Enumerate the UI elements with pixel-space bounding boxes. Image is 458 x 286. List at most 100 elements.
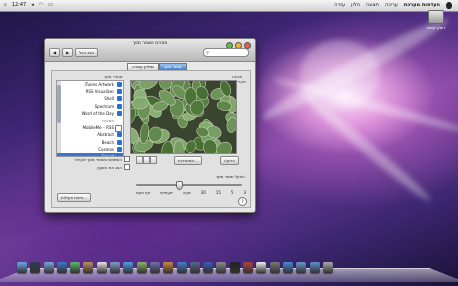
hard-disk-label: דיסק קשיח bbox=[426, 25, 446, 30]
screensaver-preview bbox=[130, 80, 237, 154]
menu-view[interactable]: תצוגה bbox=[366, 2, 379, 9]
iphoto-icon[interactable] bbox=[136, 262, 147, 273]
search-icon[interactable]: ⌕ bbox=[4, 2, 7, 8]
list-item-label: Spectrum bbox=[94, 103, 114, 109]
list-item[interactable]: Cosmos bbox=[57, 146, 123, 153]
screen-saver-pane: תצוגה מקדימה שומרי מסך iTunes Artwork RSS… bbox=[51, 70, 251, 208]
list-item-checkbox[interactable] bbox=[117, 110, 122, 116]
list-item-label: Shell bbox=[104, 96, 114, 102]
documents-folder-icon[interactable] bbox=[296, 262, 307, 273]
list-item-checkbox[interactable] bbox=[117, 96, 122, 102]
list-item-label: Beach bbox=[101, 139, 114, 145]
preview-icon[interactable] bbox=[110, 262, 121, 273]
list-item[interactable]: Abstract bbox=[57, 131, 123, 138]
time-machine-icon[interactable] bbox=[189, 262, 200, 273]
forward-button[interactable]: ▶ bbox=[62, 48, 74, 57]
list-item-label: iTunes Artwork bbox=[84, 82, 114, 87]
window-titlebar[interactable]: מסכים ושומר מסך ◀ ▶ הצג הכל ⚲ bbox=[45, 39, 255, 62]
slider-label: הפעל שומר מסך: bbox=[215, 174, 246, 179]
list-group-header: תמונות bbox=[57, 117, 123, 124]
search-input[interactable]: ⚲ bbox=[203, 48, 249, 57]
system-preferences-icon[interactable] bbox=[216, 262, 227, 273]
battery-icon[interactable]: ▭ bbox=[48, 2, 53, 8]
calculator-icon[interactable] bbox=[269, 262, 280, 273]
list-item-label: Cosmos bbox=[98, 146, 114, 152]
help-button[interactable]: ? bbox=[238, 197, 247, 206]
imovie-icon[interactable] bbox=[149, 262, 160, 273]
mail-icon[interactable] bbox=[43, 262, 54, 273]
start-after-slider[interactable] bbox=[136, 184, 242, 186]
screensavers-label: שומרי מסך bbox=[104, 74, 123, 79]
hard-disk-icon bbox=[428, 10, 444, 24]
trash-icon[interactable] bbox=[322, 262, 333, 273]
slider-tick-label: שעתיים bbox=[160, 190, 173, 195]
system-preferences-window: מסכים ושומר מסך ◀ ▶ הצג הכל ⚲ שולחן עבוד… bbox=[44, 38, 256, 213]
ichat-icon[interactable] bbox=[70, 262, 81, 273]
test-button[interactable]: בדיקה bbox=[220, 156, 239, 165]
safari-icon[interactable] bbox=[56, 262, 67, 273]
display-style-segmented bbox=[136, 156, 157, 164]
show-clock-checkbox[interactable] bbox=[124, 164, 130, 170]
toolbar-nav: ◀ ▶ הצג הכל bbox=[49, 48, 99, 57]
menu-extras: ⌕ 12:47 ◂ ◠ ▭ bbox=[4, 2, 53, 8]
collage-style-icon[interactable] bbox=[143, 156, 150, 164]
list-item[interactable]: Shell bbox=[57, 95, 123, 102]
address-book-icon[interactable] bbox=[83, 262, 94, 273]
menu-app-name[interactable]: העדפות מערכת bbox=[404, 2, 440, 9]
list-item[interactable]: iTunes Artwork bbox=[57, 81, 123, 88]
applications-folder-icon[interactable] bbox=[282, 262, 293, 273]
slider-tick-label: שעה bbox=[182, 190, 191, 195]
dock bbox=[0, 260, 458, 283]
slider-tick-label: 15 bbox=[215, 190, 221, 195]
wifi-icon[interactable]: ◠ bbox=[39, 2, 43, 8]
list-item-checkbox[interactable] bbox=[117, 89, 122, 95]
iweb-icon[interactable] bbox=[176, 262, 187, 273]
hard-disk-desktop-icon[interactable]: דיסק קשיח bbox=[425, 10, 447, 30]
menubar-clock[interactable]: 12:47 bbox=[12, 2, 26, 8]
list-item-checkbox[interactable] bbox=[117, 103, 122, 109]
light-glow bbox=[300, 40, 380, 110]
slideshow-style-icon[interactable] bbox=[136, 156, 143, 164]
list-item[interactable]: Beach bbox=[57, 139, 123, 146]
back-button[interactable]: ◀ bbox=[49, 48, 61, 57]
slider-tick-label: אף פעם bbox=[136, 190, 151, 195]
dock-icons bbox=[17, 262, 333, 273]
dashboard-icon[interactable] bbox=[30, 262, 41, 273]
volume-icon[interactable]: ◂ bbox=[31, 2, 34, 8]
list-item-label: תמונות bbox=[102, 117, 114, 123]
photo-booth-icon[interactable] bbox=[243, 262, 254, 273]
list-item[interactable]: Spectrum bbox=[57, 103, 123, 110]
list-item[interactable]: MobileMe – RSS bbox=[57, 124, 123, 133]
mosaic-style-icon[interactable] bbox=[150, 156, 157, 164]
list-item-checkbox[interactable] bbox=[117, 82, 122, 87]
list-item-checkbox[interactable] bbox=[117, 146, 122, 152]
downloads-stack-icon[interactable] bbox=[309, 262, 320, 273]
options-button[interactable]: אפשרויות... bbox=[174, 156, 202, 165]
list-item-label: MobileMe – RSS bbox=[82, 125, 114, 131]
show-all-button[interactable]: הצג הכל bbox=[75, 48, 99, 57]
hot-corners-button[interactable]: פינות פעילות... bbox=[57, 193, 91, 202]
terminal-icon[interactable] bbox=[229, 262, 240, 273]
menu-bar: ⌕ 12:47 ◂ ◠ ▭ העדפות מערכת עריכה תצוגה ח… bbox=[0, 0, 458, 12]
list-item[interactable]: RSS Visualizer bbox=[57, 88, 123, 95]
itunes-icon[interactable] bbox=[123, 262, 134, 273]
forest-leaves-image bbox=[131, 81, 236, 153]
random-saver-checkbox[interactable] bbox=[124, 156, 130, 162]
list-item-checkbox[interactable] bbox=[117, 139, 122, 145]
garageband-icon[interactable] bbox=[163, 262, 174, 273]
textedit-icon[interactable] bbox=[256, 262, 267, 273]
list-item-checkbox[interactable] bbox=[117, 132, 122, 138]
menu-window[interactable]: חלון bbox=[351, 2, 360, 9]
screensaver-list[interactable]: iTunes Artwork RSS Visualizer Shell Spectru… bbox=[56, 80, 124, 157]
ical-icon[interactable] bbox=[96, 262, 107, 273]
finder-icon[interactable] bbox=[17, 262, 27, 273]
apple-menu-icon[interactable] bbox=[446, 2, 452, 9]
slider-knob[interactable] bbox=[176, 181, 183, 190]
menu-help[interactable]: עזרה bbox=[334, 2, 345, 9]
slider-tick-label: 3 bbox=[243, 190, 246, 195]
menu-edit[interactable]: עריכה bbox=[385, 2, 398, 9]
list-item[interactable]: Word of the Day bbox=[57, 110, 123, 117]
spaces-icon[interactable] bbox=[203, 262, 214, 273]
list-item-label: RSS Visualizer bbox=[85, 89, 114, 95]
slider-tick-label: 5 bbox=[230, 190, 234, 195]
